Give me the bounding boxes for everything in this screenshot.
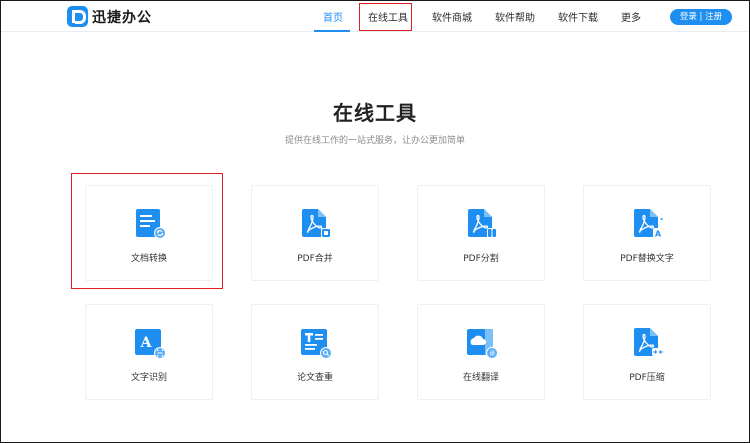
page-title: 在线工具	[333, 101, 417, 125]
online-translate-icon: 译	[467, 329, 498, 359]
nav-item-more[interactable]: 更多	[621, 9, 641, 24]
highlight-box-nav	[359, 3, 412, 31]
tool-card-online-translate[interactable]: 译 在线翻译	[417, 304, 545, 400]
tool-card-pdf-merge[interactable]: PDF合并	[251, 185, 379, 281]
tool-card-paper-check[interactable]: 论文查重	[251, 304, 379, 400]
pdf-compress-icon	[634, 328, 664, 356]
tool-label: 论文查重	[296, 373, 333, 383]
nav-active-indicator	[314, 30, 350, 32]
pdf-replace-text-icon: A	[634, 209, 663, 239]
tool-card-pdf-split[interactable]: PDF分割	[417, 185, 545, 281]
text-recognition-icon: A	[135, 329, 166, 359]
nav-item-software-download[interactable]: 软件下载	[558, 9, 598, 24]
tool-card-pdf-replace-text[interactable]: A PDF替换文字	[583, 185, 711, 281]
svg-text:A: A	[655, 230, 662, 239]
tool-label: 文字识别	[130, 373, 167, 383]
highlight-box-doc-convert	[71, 173, 223, 289]
tool-card-text-recognition[interactable]: A 文字识别	[85, 304, 213, 400]
brand-name: 迅捷办公	[92, 9, 152, 26]
svg-text:译: 译	[489, 350, 495, 358]
tool-label: PDF分割	[463, 254, 499, 264]
pdf-merge-icon	[302, 209, 331, 238]
brand-logo[interactable]: 迅捷办公	[67, 6, 152, 27]
svg-text:A: A	[140, 335, 153, 351]
tool-label: PDF替换文字	[620, 254, 674, 264]
p-logo-icon	[67, 6, 88, 27]
page-subtitle: 提供在线工作的一站式服务，让办公更加简单	[284, 136, 465, 146]
login-register-button[interactable]: 登录 | 注册	[670, 9, 732, 25]
nav-item-software-help[interactable]: 软件帮助	[495, 9, 535, 24]
nav-item-software-store[interactable]: 软件商城	[432, 9, 472, 24]
tool-label: PDF合并	[297, 254, 333, 264]
pdf-split-icon	[468, 209, 497, 238]
tool-label: 在线翻译	[462, 373, 499, 383]
tool-label: PDF压缩	[629, 373, 665, 383]
nav-item-home[interactable]: 首页	[323, 9, 343, 24]
tool-card-pdf-compress[interactable]: PDF压缩	[583, 304, 711, 400]
paper-check-icon	[301, 329, 332, 359]
